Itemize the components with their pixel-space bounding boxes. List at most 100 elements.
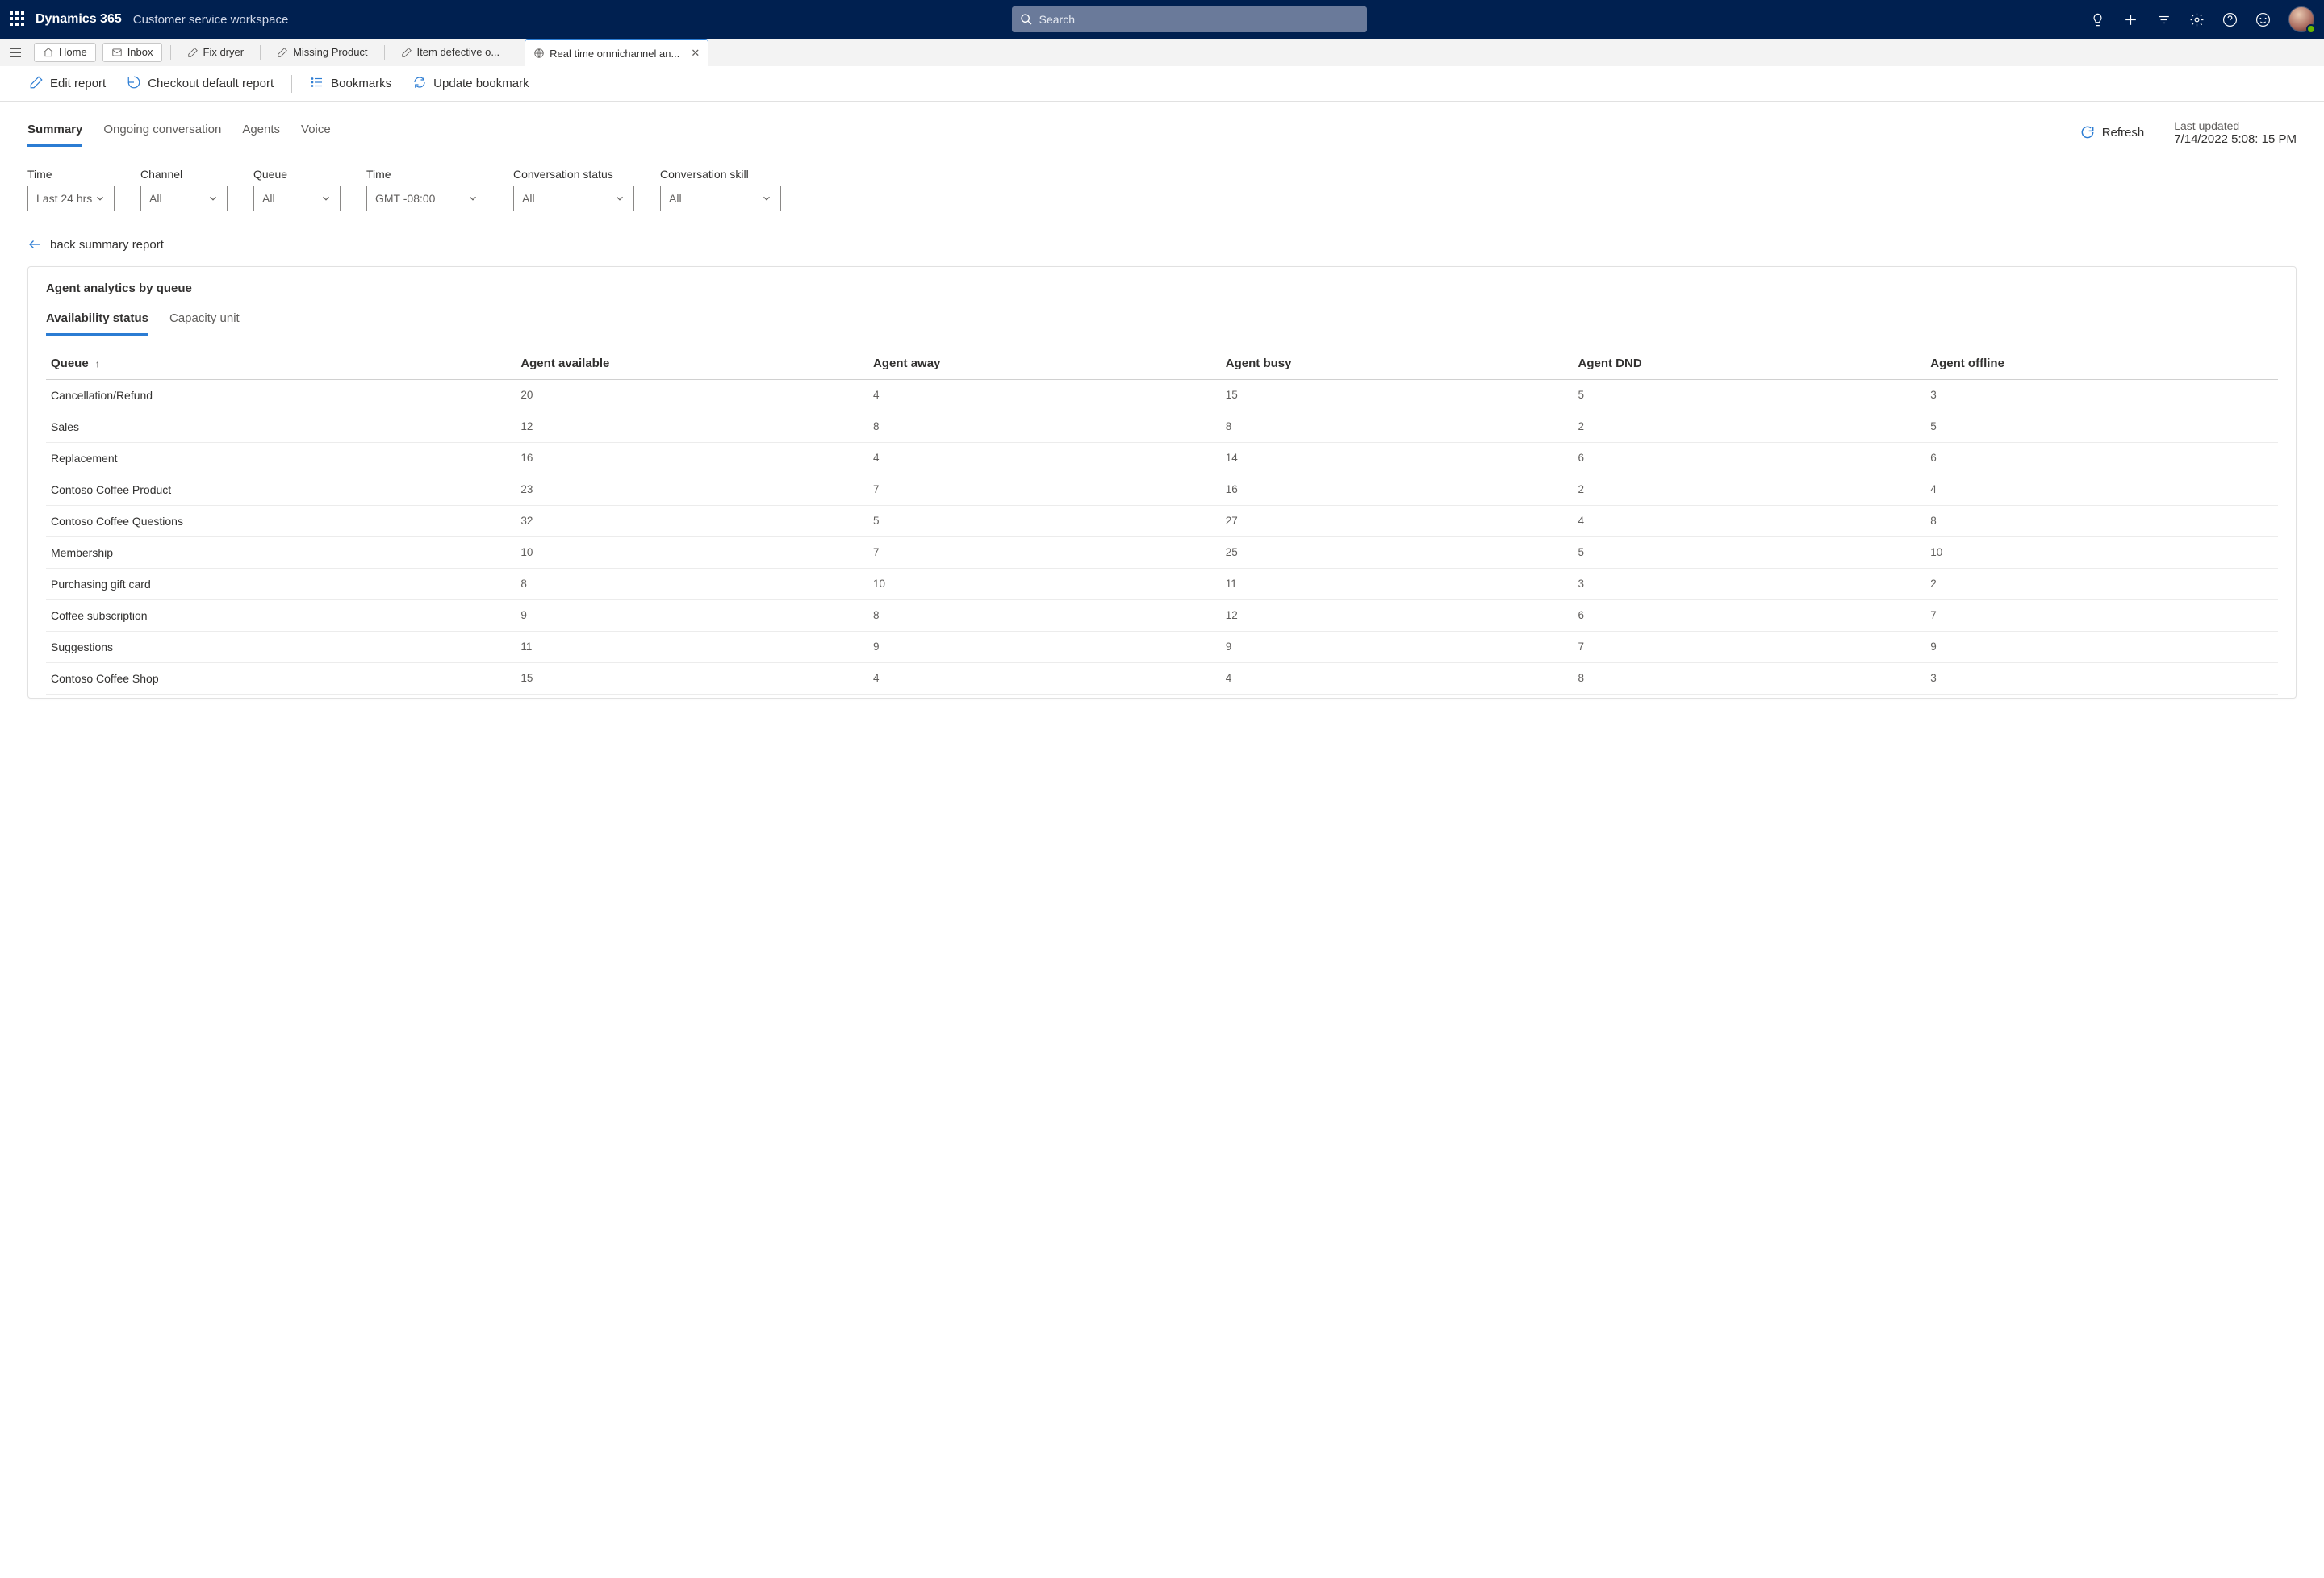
- filter-channel-1: Channel All: [140, 168, 228, 211]
- session-tab-bar: Home Inbox Fix dryer Missing Product Ite…: [0, 39, 2324, 66]
- metric-cell: 27: [1221, 506, 1574, 536]
- column-header[interactable]: Agent available: [516, 348, 868, 379]
- table-row[interactable]: Contoso Coffee Questions3252748: [46, 506, 2278, 537]
- table-row[interactable]: Contoso Coffee Product2371624: [46, 474, 2278, 506]
- update-bookmark-label: Update bookmark: [433, 77, 529, 90]
- refresh-button[interactable]: Refresh: [2079, 124, 2145, 140]
- table-row[interactable]: Coffee subscription981267: [46, 600, 2278, 632]
- search-input[interactable]: Search: [1012, 6, 1367, 32]
- metric-cell: 4: [868, 380, 1221, 411]
- column-header[interactable]: Agent away: [868, 348, 1221, 379]
- metric-cell: 5: [1574, 537, 1926, 568]
- case-tab-label: Real time omnichannel an...: [550, 48, 679, 60]
- filter-icon[interactable]: [2156, 12, 2171, 27]
- column-header[interactable]: Agent busy: [1221, 348, 1574, 379]
- metric-cell: 4: [1925, 474, 2278, 505]
- back-summary-report-link[interactable]: back summary report: [27, 237, 164, 252]
- filter-dropdown[interactable]: All: [140, 186, 228, 211]
- metric-cell: 8: [1574, 663, 1926, 694]
- case-tab-label: Item defective o...: [417, 46, 500, 58]
- case-tab-fix-dryer[interactable]: Fix dryer: [179, 39, 253, 66]
- case-tab-item-defective[interactable]: Item defective o...: [393, 39, 508, 66]
- column-header[interactable]: Queue↑: [46, 348, 516, 379]
- column-header[interactable]: Agent offline: [1925, 348, 2278, 379]
- table-row[interactable]: Membership10725510: [46, 537, 2278, 569]
- metric-cell: 10: [516, 537, 868, 568]
- bookmarks-button[interactable]: Bookmarks: [303, 72, 398, 96]
- table-row[interactable]: Replacement1641466: [46, 443, 2278, 474]
- table-row[interactable]: Suggestions119979: [46, 632, 2278, 663]
- table-row[interactable]: Purchasing gift card8101132: [46, 569, 2278, 600]
- filter-label: Channel: [140, 168, 228, 181]
- edit-report-label: Edit report: [50, 77, 106, 90]
- subtab-summary[interactable]: Summary: [27, 118, 82, 147]
- table-row[interactable]: Contoso Coffee Shop154483: [46, 663, 2278, 695]
- filter-label: Time: [27, 168, 115, 181]
- settings-icon[interactable]: [2189, 12, 2205, 27]
- metric-cell: 25: [1221, 537, 1574, 568]
- hamburger-icon[interactable]: [8, 45, 23, 60]
- dropdown-value: GMT -08:00: [375, 192, 435, 205]
- filter-dropdown[interactable]: Last 24 hrs: [27, 186, 115, 211]
- queue-name-cell: Suggestions: [46, 632, 516, 662]
- close-tab-icon[interactable]: ✕: [691, 47, 700, 60]
- column-header[interactable]: Agent DND: [1574, 348, 1926, 379]
- chevron-down-icon: [761, 193, 772, 204]
- metric-cell: 5: [868, 506, 1221, 536]
- filter-dropdown[interactable]: GMT -08:00: [366, 186, 487, 211]
- filter-dropdown[interactable]: All: [660, 186, 781, 211]
- subtab-agents[interactable]: Agents: [242, 118, 280, 147]
- update-bookmark-button[interactable]: Update bookmark: [406, 72, 535, 96]
- filter-dropdown[interactable]: All: [253, 186, 341, 211]
- metric-cell: 10: [868, 569, 1221, 599]
- metric-cell: 9: [868, 632, 1221, 662]
- metric-cell: 7: [1925, 600, 2278, 631]
- plus-icon[interactable]: [2123, 12, 2138, 27]
- card-subtab-availability[interactable]: Availability status: [46, 307, 148, 336]
- metric-cell: 15: [516, 663, 868, 694]
- chevron-down-icon: [320, 193, 332, 204]
- checkout-default-report-button[interactable]: Checkout default report: [120, 72, 280, 96]
- card-subtab-capacity[interactable]: Capacity unit: [169, 307, 240, 336]
- metric-cell: 7: [868, 537, 1221, 568]
- metric-cell: 5: [1925, 411, 2278, 442]
- subtab-voice[interactable]: Voice: [301, 118, 331, 147]
- filter-time-0: Time Last 24 hrs: [27, 168, 115, 211]
- queue-name-cell: Coffee subscription: [46, 600, 516, 631]
- top-navbar: Dynamics 365 Customer service workspace …: [0, 0, 2324, 39]
- subtab-ongoing-conversation[interactable]: Ongoing conversation: [103, 118, 221, 147]
- table-row[interactable]: Cancellation/Refund2041553: [46, 380, 2278, 411]
- table-row[interactable]: Sales128825: [46, 411, 2278, 443]
- case-tab-missing-product[interactable]: Missing Product: [269, 39, 375, 66]
- feedback-icon[interactable]: [2255, 12, 2271, 27]
- metric-cell: 4: [1221, 663, 1574, 694]
- case-tab-omnichannel-analytics[interactable]: Real time omnichannel an... ✕: [525, 39, 708, 68]
- chevron-down-icon: [94, 193, 106, 204]
- brand-name[interactable]: Dynamics 365: [36, 12, 122, 27]
- metric-cell: 8: [1925, 506, 2278, 536]
- app-launcher-icon[interactable]: [10, 11, 36, 28]
- queue-name-cell: Purchasing gift card: [46, 569, 516, 599]
- metric-cell: 23: [516, 474, 868, 505]
- metric-cell: 4: [868, 663, 1221, 694]
- home-tab[interactable]: Home: [34, 43, 96, 62]
- metric-cell: 10: [1925, 537, 2278, 568]
- dropdown-value: All: [669, 192, 682, 205]
- help-icon[interactable]: [2222, 12, 2238, 27]
- queue-name-cell: Contoso Coffee Questions: [46, 506, 516, 536]
- list-icon: [310, 75, 324, 93]
- user-avatar[interactable]: [2288, 6, 2314, 32]
- back-link-label: back summary report: [50, 238, 164, 252]
- dropdown-value: All: [262, 192, 275, 205]
- edit-report-button[interactable]: Edit report: [23, 72, 112, 96]
- metric-cell: 2: [1574, 474, 1926, 505]
- table-header-row: Queue↑Agent availableAgent awayAgent bus…: [46, 348, 2278, 380]
- card-title: Agent analytics by queue: [46, 282, 2278, 295]
- queue-name-cell: Membership: [46, 537, 516, 568]
- lightbulb-icon[interactable]: [2090, 12, 2105, 27]
- queue-name-cell: Cancellation/Refund: [46, 380, 516, 411]
- filter-dropdown[interactable]: All: [513, 186, 634, 211]
- inbox-tab[interactable]: Inbox: [102, 43, 162, 62]
- metric-cell: 4: [868, 443, 1221, 474]
- filter-bar: TimeLast 24 hrsChannelAllQueueAllTimeGMT…: [27, 168, 2297, 211]
